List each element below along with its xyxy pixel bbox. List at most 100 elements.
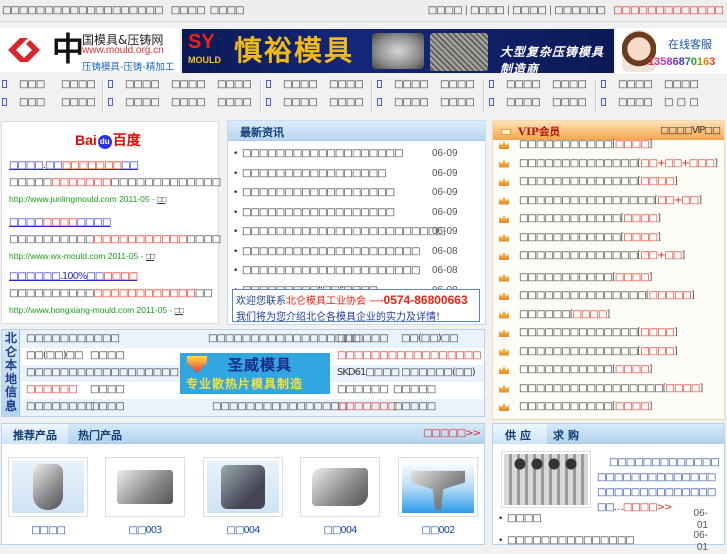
nav-item[interactable]: □□□□: [283, 79, 329, 90]
supply-item[interactable]: • □□□□□□□□□□□□□□□ 06-01: [498, 530, 720, 553]
crown-icon: [499, 329, 509, 337]
product-card[interactable]: □□002: [398, 457, 478, 536]
crown-icon: [499, 384, 509, 393]
ad-title[interactable]: □□□□□□.100%□□□□□□: [9, 271, 138, 282]
products-tabs: 推荐产品 热门产品 □□□□□>>: [2, 424, 484, 444]
news-item[interactable]: • □□□□□□□□□□□□□□□□□□ 06-09: [233, 206, 481, 226]
news-list: • □□□□□□□□□□□□□□□□□□□ 06-09 • □□□□□□□□□□□□□…: [233, 147, 481, 303]
site-logo[interactable]: 中 国模具&压铸网 www.mould.org.cn 压铸模具-压铸-精加工: [0, 28, 180, 73]
supply-product-image[interactable]: [501, 451, 591, 508]
product-caption[interactable]: □□002: [398, 525, 478, 536]
shengwei-logo-icon: [187, 356, 207, 373]
vip-header: VIP会员 □□□□VIP□□: [493, 121, 724, 140]
supply-item[interactable]: • □□□□ 06-01: [498, 508, 720, 531]
bullet-icon: •: [233, 207, 239, 218]
top-link-2[interactable]: □□□□: [470, 5, 505, 16]
vip-tag: □□□□: [572, 308, 608, 320]
product-image[interactable]: [12, 461, 84, 513]
login-link[interactable]: □□□□: [171, 5, 206, 16]
nav-item[interactable]: □□□□: [440, 79, 475, 90]
online-service[interactable]: 在线客服 13586870163: [616, 28, 727, 74]
crown-icon: [499, 159, 509, 168]
nav-item[interactable]: □□□□: [171, 79, 217, 90]
association-contact-banner[interactable]: 欢迎您联系北仑模具工业协会 ⟶0574-86800663 我们将为您介绍北仑各模…: [232, 289, 480, 323]
news-item[interactable]: • □□□□□□□□□□□□□□□□□□□ 06-09: [233, 147, 481, 167]
bullet-icon: •: [233, 227, 239, 237]
snapshot-link[interactable]: □□: [157, 194, 166, 204]
product-card[interactable]: □□□□: [8, 457, 88, 536]
nav-item[interactable]: □□□: [19, 97, 61, 108]
product-image[interactable]: [207, 461, 279, 513]
vip-tag: □□□□: [640, 345, 675, 357]
crown-icon: [499, 196, 509, 205]
tab-hot-products[interactable]: 热门产品: [70, 424, 130, 444]
news-title: 最新资讯: [240, 126, 284, 139]
nav-item[interactable]: □□□□: [394, 79, 440, 90]
nav-item[interactable]: □□□□: [61, 79, 96, 90]
product-card[interactable]: □□004: [300, 457, 380, 536]
local-row: □□□□□□□□ □□□□ □□□□□□□□□□□□□□□□ □□□□□□□ □…: [26, 401, 436, 412]
news-item[interactable]: • □□□□□□□□□□□□□□□□□ 06-09: [233, 167, 481, 187]
product-card[interactable]: □□003: [105, 457, 185, 536]
crown-icon: [499, 141, 509, 149]
nav-divider: [102, 80, 104, 112]
product-card[interactable]: □□004: [203, 457, 283, 536]
tab-supply[interactable]: 供应: [493, 424, 547, 444]
header: 中 国模具&压铸网 www.mould.org.cn 压铸模具-压铸-精加工 S…: [0, 26, 727, 74]
nav-item[interactable]: □□□□: [618, 79, 664, 90]
nav-item[interactable]: □□□: [19, 79, 61, 90]
news-item[interactable]: • □□□□□□□□□□□□□□□□□□□□□ 06-08: [233, 264, 481, 284]
nav-item[interactable]: □□□□: [506, 79, 552, 90]
register-link[interactable]: □□□□: [210, 5, 245, 16]
nav-item[interactable]: □□□□: [171, 97, 217, 108]
banner-ad[interactable]: SY MOULD 慎裕模具 大型复杂压铸模具制造商: [182, 29, 614, 73]
nav-item[interactable]: □□□□: [552, 79, 587, 90]
separator: |: [548, 5, 553, 16]
product-caption[interactable]: □□004: [203, 525, 283, 536]
product-caption[interactable]: □□004: [300, 525, 380, 536]
nav-item[interactable]: □□□□: [61, 97, 96, 108]
news-item[interactable]: • □□□□□□□□□□□□□□□□□□□□□ 06-08: [233, 245, 481, 265]
nav-item[interactable]: □□□□: [329, 79, 364, 90]
top-link-3[interactable]: □□□□: [512, 5, 547, 16]
nav-item[interactable]: □□□□: [125, 97, 171, 108]
product-caption[interactable]: □□003: [105, 525, 185, 536]
supply-list: • □□□□ 06-01 • □□□□□□□□□□□□□□□ 06-01: [498, 508, 720, 553]
nav-item[interactable]: □□□□: [217, 79, 252, 90]
products-more-link[interactable]: □□□□□>>: [423, 428, 481, 439]
nav-item[interactable]: □□□□: [125, 79, 171, 90]
product-image[interactable]: [109, 461, 181, 513]
nav-item[interactable]: □□□□: [283, 97, 329, 108]
vip-more-link[interactable]: □□□□VIP□□: [660, 125, 721, 136]
nav-item[interactable]: □□□□: [664, 79, 699, 90]
nav-item[interactable]: □□□□: [217, 97, 252, 108]
local-row: □□□□□□□□□□□ □□□□□□□□□□□□□□□□□□ □□□□□□ □□…: [26, 333, 458, 344]
nav-item[interactable]: □□□□: [440, 97, 475, 108]
nav-item[interactable]: □□□□: [329, 97, 364, 108]
product-image[interactable]: [402, 461, 474, 513]
nav-item[interactable]: □□□□: [506, 97, 552, 108]
ad-item: □□□□□□□□□□□□ □□□□□□□□□□□□□□□□□□□□□□□□□ h…: [9, 215, 221, 261]
ad-title[interactable]: □□□□.□□□□□□□□□□□: [9, 160, 139, 171]
product-image[interactable]: [304, 461, 376, 513]
nav-item[interactable]: □□□□: [394, 97, 440, 108]
product-caption[interactable]: □□□□: [8, 525, 88, 536]
ad-title[interactable]: □□□□□□□□□□□□: [9, 217, 111, 228]
ad-item: □□□□□□.100%□□□□□□ □□□□□□□□□□□□□□□□□□□□□□…: [9, 269, 219, 315]
nav-item[interactable]: □ □ □: [664, 97, 699, 108]
bullet-icon: •: [233, 246, 239, 257]
news-item[interactable]: • □□□□□□□□□□□□□□□□□□ 06-09: [233, 186, 481, 206]
highlight-link[interactable]: □□□□□□□□□□□□□: [613, 5, 724, 16]
top-link-1[interactable]: □□□□: [428, 5, 463, 16]
news-item[interactable]: • □□□□□□□□□□□□□□□□□□□□□□□□ 06-09: [233, 225, 481, 245]
snapshot-link[interactable]: □□: [146, 251, 155, 261]
top-link-4[interactable]: □□□□□□: [554, 5, 606, 16]
nav-item[interactable]: □□□□: [552, 97, 587, 108]
tab-recommended-products[interactable]: 推荐产品: [2, 424, 68, 444]
tab-purchase[interactable]: 求购: [553, 427, 583, 443]
snapshot-link[interactable]: □□: [175, 305, 184, 315]
engine-block-image: [372, 33, 424, 69]
shengwei-ad[interactable]: 圣威模具 专业散热片模具制造: [180, 353, 330, 394]
nav-item[interactable]: □□□□: [618, 97, 664, 108]
vip-tag: □□□□: [623, 213, 658, 224]
